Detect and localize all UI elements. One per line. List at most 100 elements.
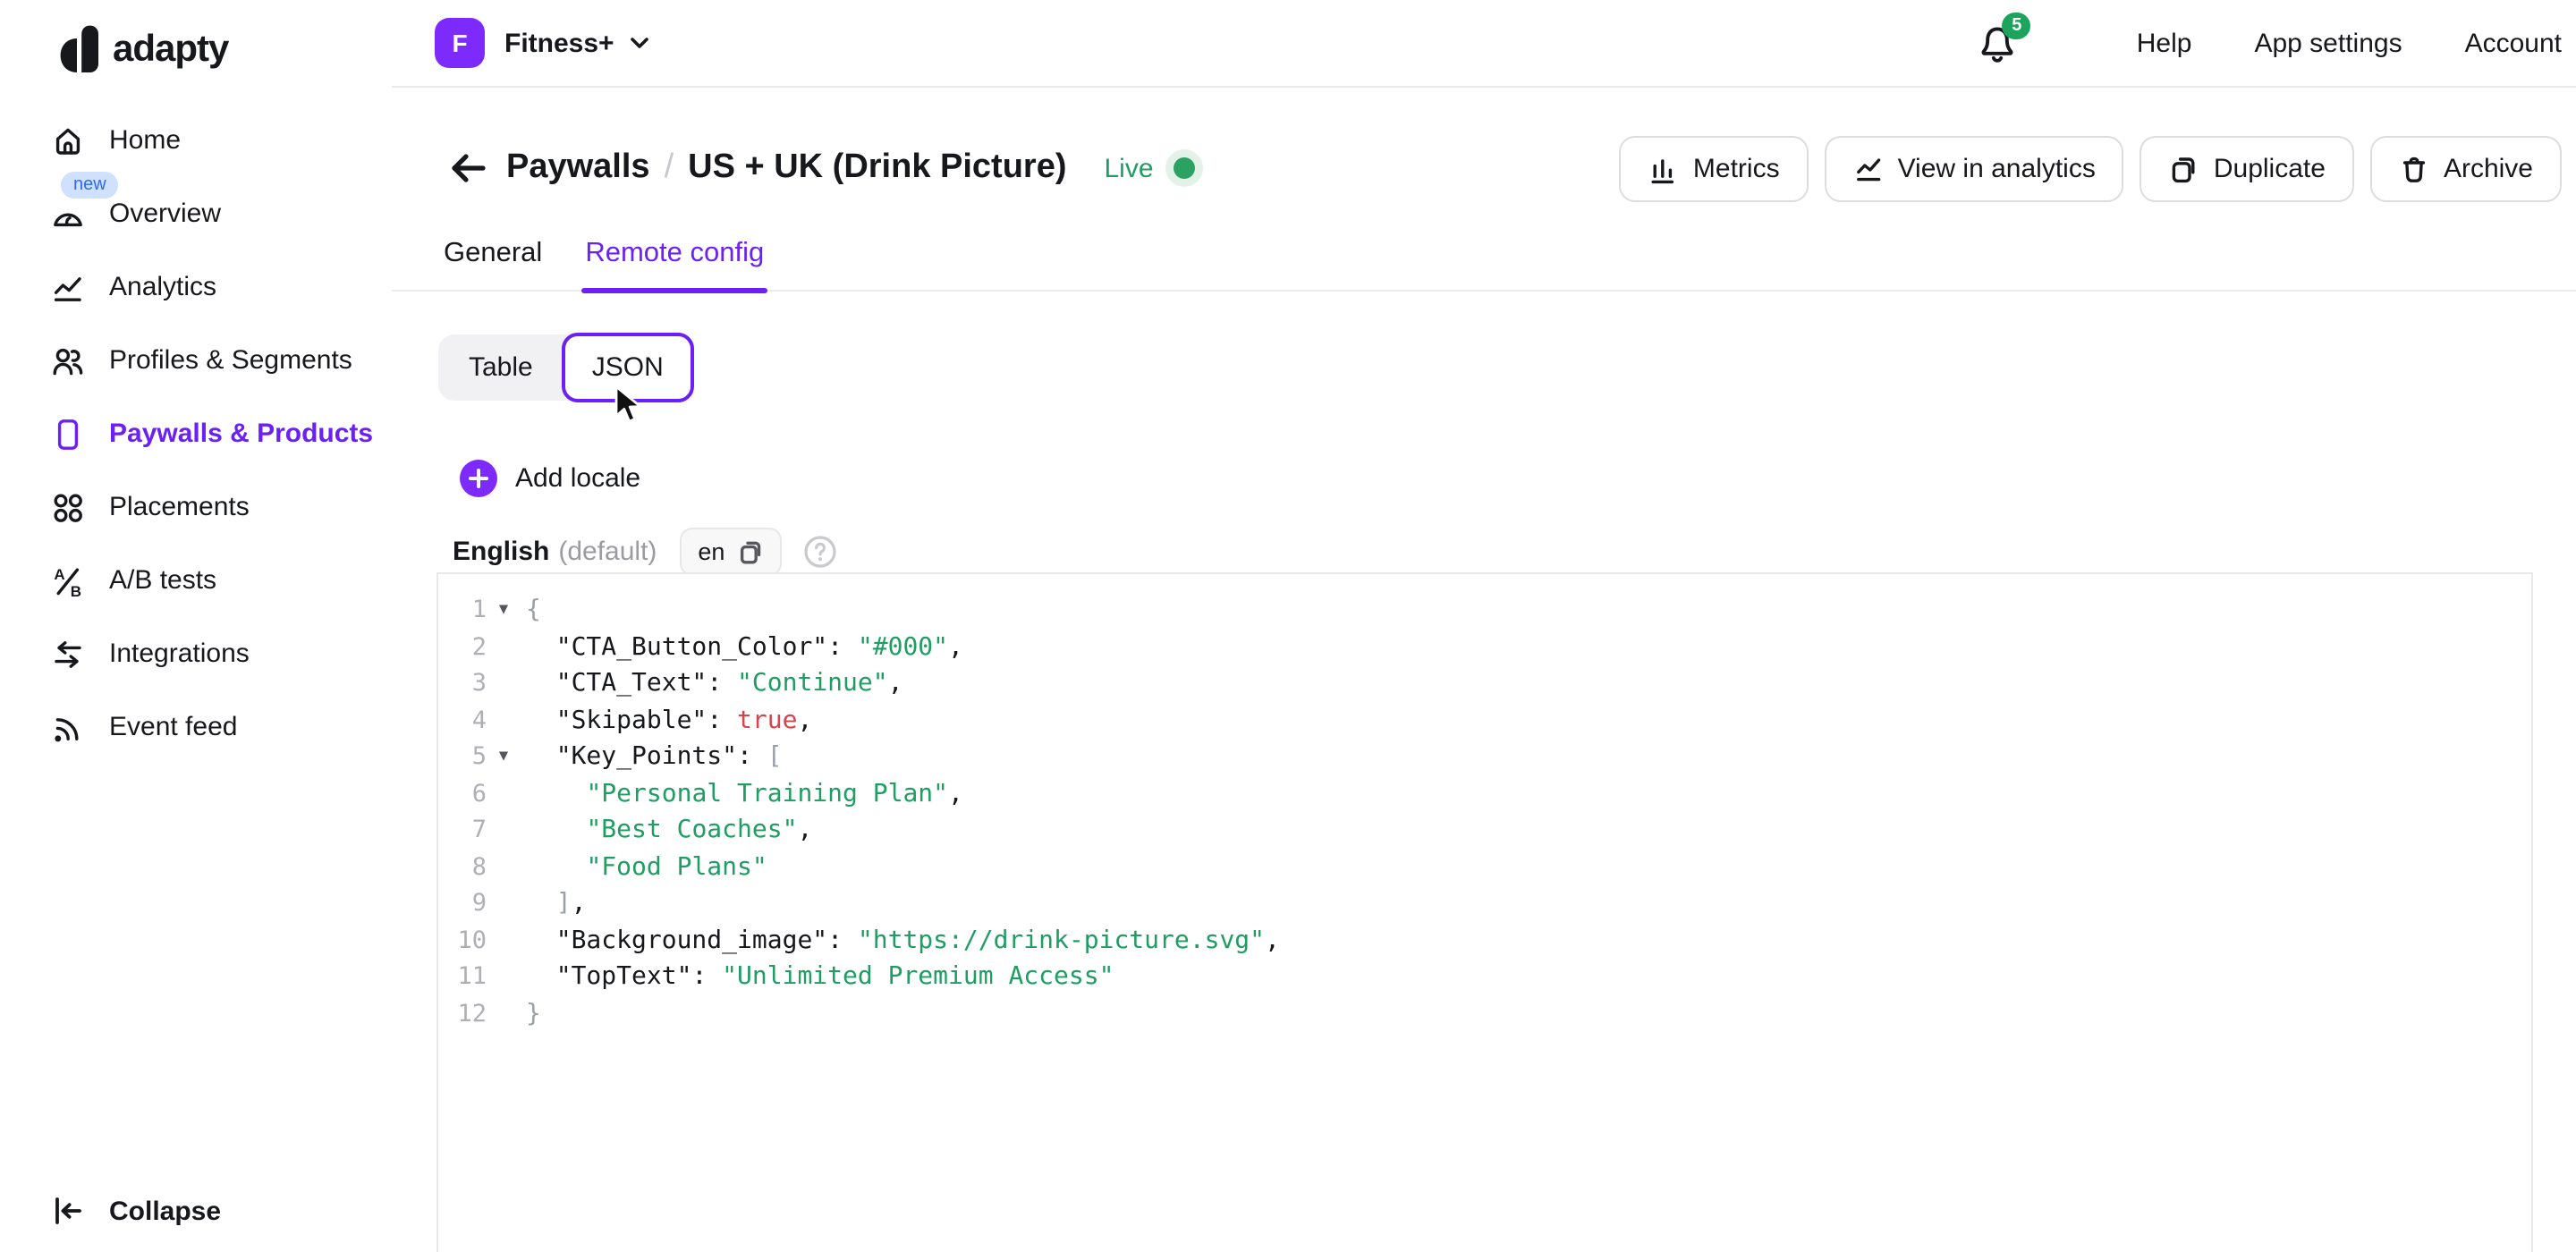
fold-arrow-icon[interactable]: ▼ — [487, 592, 521, 629]
topbar-link-app-settings[interactable]: App settings — [2254, 28, 2402, 58]
sidebar-item-label: A/B tests — [109, 565, 216, 596]
line-number: 11 — [438, 959, 487, 995]
code-line-2: 2 "CTA_Button_Color": "#000", — [438, 629, 2531, 665]
svg-text:A: A — [54, 565, 64, 582]
arrows-icon — [50, 636, 86, 672]
locale-code-chip[interactable]: en — [680, 528, 782, 576]
copy-icon[interactable] — [737, 538, 764, 565]
view-toggle: TableJSON — [438, 334, 692, 401]
fold-arrow-icon[interactable]: ▼ — [487, 739, 521, 775]
topbar-link-account[interactable]: Account — [2465, 28, 2562, 58]
code-line-4: 4 "Skipable": true, — [438, 702, 2531, 739]
plus-icon — [460, 460, 497, 497]
topbar-link-help[interactable]: Help — [2137, 28, 2192, 58]
duplicate-icon — [2169, 153, 2199, 183]
sidebar-item-profiles-segments[interactable]: Profiles & Segments — [0, 324, 392, 397]
app-switcher[interactable]: F Fitness+ — [435, 18, 650, 68]
metrics-icon — [1648, 153, 1679, 183]
ab-icon: AB — [50, 563, 86, 598]
code-text: "Food Plans" — [521, 849, 767, 885]
line-number: 5 — [438, 739, 487, 775]
breadcrumb-paywalls[interactable]: Paywalls — [506, 148, 650, 188]
metrics-button[interactable]: Metrics — [1620, 135, 1809, 201]
collapse-icon — [50, 1193, 86, 1229]
rss-icon — [50, 709, 86, 745]
app-window: adapty HomenewOverviewAnalyticsProfiles … — [0, 0, 2576, 1252]
adapty-logo[interactable]: adapty — [57, 25, 392, 73]
code-text: "CTA_Text": "Continue", — [521, 665, 903, 702]
code-line-11: 11 "TopText": "Unlimited Premium Access" — [438, 959, 2531, 995]
sidebar-item-integrations[interactable]: Integrations — [0, 617, 392, 690]
fold-spacer — [487, 885, 521, 922]
breadcrumb-separator: / — [665, 148, 674, 188]
code-text: ], — [521, 885, 586, 922]
status-label: Live — [1105, 153, 1154, 183]
people-icon — [50, 343, 86, 378]
sidebar-item-analytics[interactable]: Analytics — [0, 250, 392, 324]
sidebar-item-label: Integrations — [109, 639, 250, 669]
duplicate-button[interactable]: Duplicate — [2140, 135, 2354, 201]
code-line-7: 7 "Best Coaches", — [438, 812, 2531, 849]
header-actions: MetricsView in analyticsDuplicate Archive — [1620, 135, 2562, 201]
fold-spacer — [487, 812, 521, 849]
code-line-6: 6 "Personal Training Plan", — [438, 775, 2531, 812]
line-number: 10 — [438, 922, 487, 959]
sidebar-item-paywalls-products[interactable]: Paywalls & Products — [0, 397, 392, 470]
fold-spacer — [487, 702, 521, 739]
view-toggle-json[interactable]: JSON — [562, 333, 694, 402]
line-number: 9 — [438, 885, 487, 922]
collapse-sidebar-button[interactable]: Collapse — [50, 1193, 221, 1229]
view-in-analytics-button[interactable]: View in analytics — [1825, 135, 2124, 201]
line-number: 12 — [438, 995, 487, 1032]
sidebar-item-placements[interactable]: Placements — [0, 470, 392, 544]
analytics-icon — [50, 269, 86, 305]
fold-spacer — [487, 849, 521, 885]
phone-icon — [50, 416, 86, 452]
tabstrip: General Remote config — [392, 238, 2576, 292]
fold-spacer — [487, 775, 521, 812]
code-text: "Skipable": true, — [521, 702, 812, 739]
adapty-logo-text: adapty — [113, 28, 228, 71]
notifications-button[interactable]: 5 — [1978, 22, 2019, 63]
line-number: 8 — [438, 849, 487, 885]
json-code-editor[interactable]: 1▼{2 "CTA_Button_Color": "#000",3 "CTA_T… — [436, 572, 2533, 1252]
sidebar-item-overview[interactable]: newOverview — [0, 177, 392, 250]
add-locale-label: Add locale — [515, 463, 640, 494]
line-number: 4 — [438, 702, 487, 739]
back-arrow-icon[interactable] — [447, 148, 488, 188]
sidebar-nav: HomenewOverviewAnalyticsProfiles & Segme… — [0, 104, 392, 764]
code-text: } — [521, 995, 541, 1032]
chevron-down-icon — [631, 36, 650, 50]
sidebar: adapty HomenewOverviewAnalyticsProfiles … — [0, 0, 394, 1252]
add-locale-button[interactable]: Add locale — [460, 460, 640, 497]
fold-spacer — [487, 629, 521, 665]
live-dot-icon — [1174, 157, 1195, 179]
sidebar-item-event-feed[interactable]: Event feed — [0, 690, 392, 764]
help-question-icon[interactable] — [803, 535, 837, 569]
archive-button[interactable]: Archive — [2370, 135, 2562, 201]
locale-language: English — [453, 537, 549, 567]
code-text: "Personal Training Plan", — [521, 775, 963, 812]
line-number: 7 — [438, 812, 487, 849]
home-icon — [50, 123, 86, 158]
topbar: F Fitness+ 5 Help App settings Account — [392, 0, 2576, 88]
topbar-right: 5 Help App settings Account — [1978, 22, 2576, 63]
button-label: Archive — [2444, 153, 2533, 183]
fold-spacer — [487, 959, 521, 995]
tab-remote-config[interactable]: Remote config — [585, 238, 764, 290]
line-number: 6 — [438, 775, 487, 812]
page-title: US + UK (Drink Picture) — [688, 148, 1066, 188]
sidebar-item-home[interactable]: Home — [0, 104, 392, 177]
tab-general[interactable]: General — [444, 238, 542, 290]
adapty-logo-icon — [57, 25, 100, 73]
view-toggle-table[interactable]: Table — [438, 334, 564, 401]
code-line-3: 3 "CTA_Text": "Continue", — [438, 665, 2531, 702]
line-number: 2 — [438, 629, 487, 665]
code-line-9: 9 ], — [438, 885, 2531, 922]
locale-row: English (default) en — [453, 529, 837, 574]
line-number: 3 — [438, 665, 487, 702]
sidebar-item-a-b-tests[interactable]: AB A/B tests — [0, 544, 392, 617]
notification-count-badge: 5 — [2003, 12, 2031, 38]
sidebar-item-label: Paywalls & Products — [109, 419, 373, 449]
code-line-12: 12} — [438, 995, 2531, 1032]
